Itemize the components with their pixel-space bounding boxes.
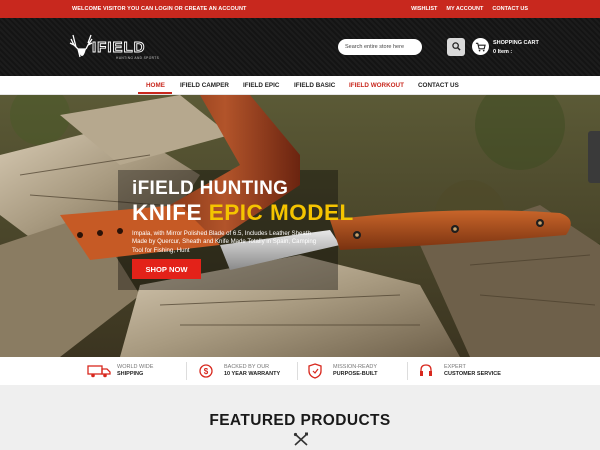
shop-now-button[interactable]: SHOP NOW (132, 259, 201, 279)
nav-item-home[interactable]: HOME (146, 82, 165, 89)
site-header: IFIELD HUNTING AND SPORTS Search entire … (0, 18, 600, 76)
feature-label: BACKED BY OUR (224, 364, 270, 370)
support-icon (413, 362, 439, 380)
side-panel-tab[interactable] (588, 131, 600, 183)
nav-item-contact-us[interactable]: CONTACT US (418, 82, 459, 89)
search-button[interactable] (447, 38, 465, 56)
crossed-tools-icon (293, 432, 309, 446)
dollar-icon: $ (193, 362, 219, 380)
cart-title[interactable]: SHOPPING CART (493, 40, 539, 46)
search-icon (451, 38, 461, 56)
my-account-link[interactable]: MY ACCOUNT (446, 6, 483, 12)
feature-label: EXPERT (444, 364, 466, 370)
feature-purpose-built: MISSION-READY PURPOSE-BUILT (302, 362, 378, 380)
top-bar: WELCOME VISITOR YOU CAN LOGIN OR CREATE … (0, 0, 600, 18)
hero-subtitle: KNIFE EPIC MODEL (132, 200, 354, 226)
hero-description: Impala, with Mirror Polished Blade of 6.… (132, 230, 317, 254)
hero-title-accent: HUNTING (199, 178, 289, 199)
hero-background-image (0, 95, 600, 357)
feature-divider (186, 362, 187, 380)
svg-text:IFIELD: IFIELD (92, 39, 146, 56)
shopping-cart-icon[interactable] (472, 38, 489, 55)
section-title: FEATURED PRODUCTS (209, 412, 391, 429)
nav-item-ifield-camper[interactable]: IFIELD CAMPER (180, 82, 229, 89)
svg-text:HUNTING AND SPORTS: HUNTING AND SPORTS (116, 56, 159, 60)
feature-customer-service: EXPERT CUSTOMER SERVICE (413, 362, 501, 380)
feature-value: SHIPPING (117, 371, 144, 377)
search-input[interactable]: Search entire store here (338, 39, 422, 55)
wishlist-link[interactable]: WISHLIST (411, 6, 437, 12)
feature-label: MISSION-READY (333, 364, 378, 370)
nav-item-ifield-basic[interactable]: IFIELD BASIC (294, 82, 335, 89)
feature-divider (407, 362, 408, 380)
welcome-message[interactable]: WELCOME VISITOR YOU CAN LOGIN OR CREATE … (72, 6, 247, 12)
contact-us-link[interactable]: CONTACT US (492, 6, 528, 12)
feature-value: 10 YEAR WARRANTY (224, 371, 281, 377)
nav-item-ifield-epic[interactable]: IFIELD EPIC (243, 82, 279, 89)
svg-text:$: $ (204, 367, 209, 376)
feature-value: PURPOSE-BUILT (333, 371, 378, 377)
hero-subtitle-prefix: KNIFE (132, 200, 202, 225)
active-indicator (138, 92, 172, 94)
site-logo[interactable]: IFIELD HUNTING AND SPORTS (66, 31, 178, 63)
feature-label: WORLD WIDE (117, 364, 154, 370)
truck-icon (86, 362, 112, 380)
feature-divider (297, 362, 298, 380)
features-bar: WORLD WIDE SHIPPING $ BACKED BY OUR 10 Y… (0, 357, 600, 385)
cart-count: 0 Item : (493, 49, 513, 55)
feature-warranty: $ BACKED BY OUR 10 YEAR WARRANTY (193, 362, 280, 380)
hero-title-prefix: iFIELD (132, 178, 194, 199)
top-links: WISHLIST MY ACCOUNT CONTACT US (411, 6, 528, 12)
shield-icon (302, 362, 328, 380)
feature-shipping: WORLD WIDE SHIPPING (86, 362, 153, 380)
hero-subtitle-accent: EPIC MODEL (208, 200, 354, 225)
feature-value: CUSTOMER SERVICE (444, 371, 501, 377)
featured-products-section: FEATURED PRODUCTS (0, 385, 600, 450)
hero-banner: iFIELD HUNTING KNIFE EPIC MODEL Impala, … (0, 95, 600, 357)
main-nav: HOME IFIELD CAMPER IFIELD EPIC IFIELD BA… (0, 76, 600, 95)
nav-item-ifield-workout[interactable]: IFIELD WORKOUT (349, 82, 404, 89)
hero-title: iFIELD HUNTING (132, 178, 288, 200)
